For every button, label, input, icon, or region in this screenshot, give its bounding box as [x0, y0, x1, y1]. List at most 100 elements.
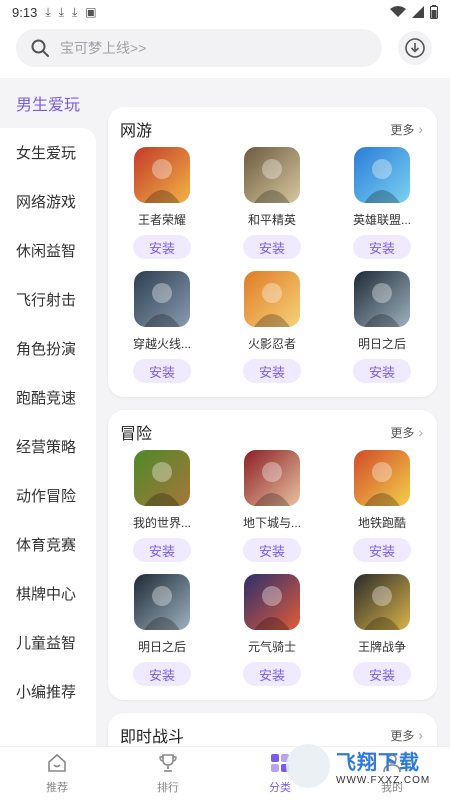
- game-item[interactable]: 英雄联盟... 安装: [334, 147, 430, 259]
- hero-icon[interactable]: [134, 147, 190, 203]
- game-item[interactable]: 王牌战争 安装: [334, 574, 430, 686]
- download-icon: ⤓: [45, 4, 51, 19]
- section-header: 网游 更多 ›: [120, 117, 423, 141]
- game-name: 元气骑士: [247, 640, 296, 654]
- game-item[interactable]: 明日之后 安装: [114, 574, 210, 686]
- app-notification-icon: ▣: [85, 5, 97, 19]
- ninja-icon[interactable]: [244, 271, 300, 327]
- survivor-icon[interactable]: [354, 271, 410, 327]
- sidebar-item[interactable]: 经营策略: [0, 422, 96, 471]
- game-item[interactable]: 我的世界... 安装: [114, 450, 210, 562]
- install-button[interactable]: 安装: [353, 235, 411, 259]
- heroine-icon[interactable]: [354, 147, 410, 203]
- game-name: 王者荣耀: [137, 213, 186, 227]
- game-item[interactable]: 穿越火线... 安装: [114, 271, 210, 383]
- game-item[interactable]: 元气骑士 安装: [224, 574, 320, 686]
- game-section-card: 网游 更多 › 王者荣耀 安装 和平精英 安装 英雄联盟... 安装 穿越火线... 安装 火影忍者安…: [108, 107, 437, 397]
- sidebar-item[interactable]: 网络游戏: [0, 177, 96, 226]
- game-name: 明日之后: [137, 640, 186, 654]
- search-input[interactable]: 宝可梦上线>>: [16, 29, 382, 67]
- sidebar-item[interactable]: 休闲益智: [0, 226, 96, 275]
- game-item[interactable]: 地铁跑酷 安装: [334, 450, 430, 562]
- search-icon: [31, 39, 49, 57]
- chevron-right-icon: ›: [418, 424, 423, 440]
- knight-icon[interactable]: [244, 574, 300, 630]
- sidebar-item[interactable]: 体育竞赛: [0, 520, 96, 569]
- install-button[interactable]: 安装: [353, 359, 411, 383]
- nav-recommend[interactable]: 推荐: [17, 751, 97, 795]
- nav-recommend-label: 推荐: [46, 782, 68, 794]
- game-name: 明日之后: [357, 337, 406, 351]
- section-more-link[interactable]: 更多 ›: [390, 121, 423, 138]
- gunner-icon[interactable]: [134, 271, 190, 327]
- sidebar-item[interactable]: 跑酷竞速: [0, 373, 96, 422]
- game-item[interactable]: 明日之后 安装: [334, 271, 430, 383]
- top-bar: 宝可梦上线>>: [0, 24, 450, 78]
- signal-icon: [412, 6, 424, 18]
- sidebar-item[interactable]: 小编推荐: [0, 667, 96, 716]
- install-button[interactable]: 安装: [353, 662, 411, 686]
- install-button[interactable]: 安装: [133, 662, 191, 686]
- nav-ranking[interactable]: 排行: [128, 751, 208, 795]
- section-title: 网游: [120, 123, 153, 140]
- category-sidebar: 男生爱玩 女生爱玩 网络游戏 休闲益智 飞行射击 角色扮演 跑酷竞速 经营策略 动作冒险 体育竞赛…: [0, 78, 96, 746]
- soldier-icon[interactable]: [244, 147, 300, 203]
- watermark-url: WWW.FXXZ.COM: [336, 775, 431, 786]
- sidebar-item[interactable]: 角色扮演: [0, 324, 96, 373]
- game-name: 王牌战争: [357, 640, 406, 654]
- status-time: 9:13: [12, 4, 38, 20]
- more-label: 更多: [390, 425, 415, 440]
- watermark: 飞翔下载 WWW.FXXZ.COM: [286, 740, 450, 792]
- game-item[interactable]: 火影忍者 安装: [224, 271, 320, 383]
- sidebar-item[interactable]: 男生爱玩: [0, 78, 96, 128]
- watermark-title: 飞翔下载: [336, 750, 420, 774]
- game-name: 火影忍者: [247, 337, 296, 351]
- install-button[interactable]: 安装: [133, 538, 191, 562]
- game-name: 地下城与...: [242, 516, 301, 530]
- install-button[interactable]: 安装: [243, 359, 301, 383]
- section-title: 即时战斗: [120, 729, 185, 746]
- home-icon: [48, 753, 66, 772]
- game-name: 穿越火线...: [132, 337, 191, 351]
- download-icon: ⤓: [58, 4, 64, 19]
- download-circle-icon: [405, 38, 425, 58]
- runner-icon[interactable]: [354, 450, 410, 506]
- install-button[interactable]: 安装: [243, 235, 301, 259]
- watermark-logo-icon: [286, 744, 330, 788]
- install-button[interactable]: 安装: [243, 662, 301, 686]
- more-label: 更多: [390, 122, 415, 137]
- survivor-icon[interactable]: [134, 574, 190, 630]
- section-title: 冒险: [120, 426, 153, 443]
- game-item[interactable]: 王者荣耀 安装: [114, 147, 210, 259]
- chevron-right-icon: ›: [418, 121, 423, 137]
- block-icon[interactable]: [134, 450, 190, 506]
- sidebar-item[interactable]: 女生爱玩: [0, 128, 96, 177]
- game-name: 英雄联盟...: [352, 213, 411, 227]
- install-button[interactable]: 安装: [133, 235, 191, 259]
- warrior-icon[interactable]: [354, 574, 410, 630]
- sidebar-item[interactable]: 儿童益智: [0, 618, 96, 667]
- game-section-card: 冒险 更多 › 我的世界... 安装 地下城与... 安装 地铁跑酷 安装 明日之后 安装 元气骑士安…: [108, 410, 437, 700]
- install-button[interactable]: 安装: [133, 359, 191, 383]
- download-icon: ⤓: [71, 4, 78, 19]
- trophy-icon: [159, 754, 177, 772]
- game-name: 地铁跑酷: [357, 516, 406, 530]
- section-header: 冒险 更多 ›: [120, 420, 423, 444]
- game-name: 和平精英: [247, 213, 296, 227]
- section-more-link[interactable]: 更多 ›: [390, 424, 423, 441]
- game-item[interactable]: 地下城与... 安装: [224, 450, 320, 562]
- install-button[interactable]: 安装: [243, 538, 301, 562]
- game-item[interactable]: 和平精英 安装: [224, 147, 320, 259]
- game-name: 我的世界...: [132, 516, 191, 530]
- install-button[interactable]: 安装: [353, 538, 411, 562]
- sidebar-filler: [0, 716, 96, 746]
- download-manager-button[interactable]: [398, 31, 432, 65]
- sidebar-item[interactable]: 飞行射击: [0, 275, 96, 324]
- search-placeholder: 宝可梦上线>>: [60, 40, 147, 56]
- status-bar: 9:13 ⤓ ⤓ ⤓ ▣: [0, 0, 450, 24]
- battery-icon: [430, 5, 438, 19]
- sidebar-item[interactable]: 动作冒险: [0, 471, 96, 520]
- sidebar-item[interactable]: 棋牌中心: [0, 569, 96, 618]
- swordsman-icon[interactable]: [244, 450, 300, 506]
- nav-ranking-label: 排行: [157, 782, 179, 794]
